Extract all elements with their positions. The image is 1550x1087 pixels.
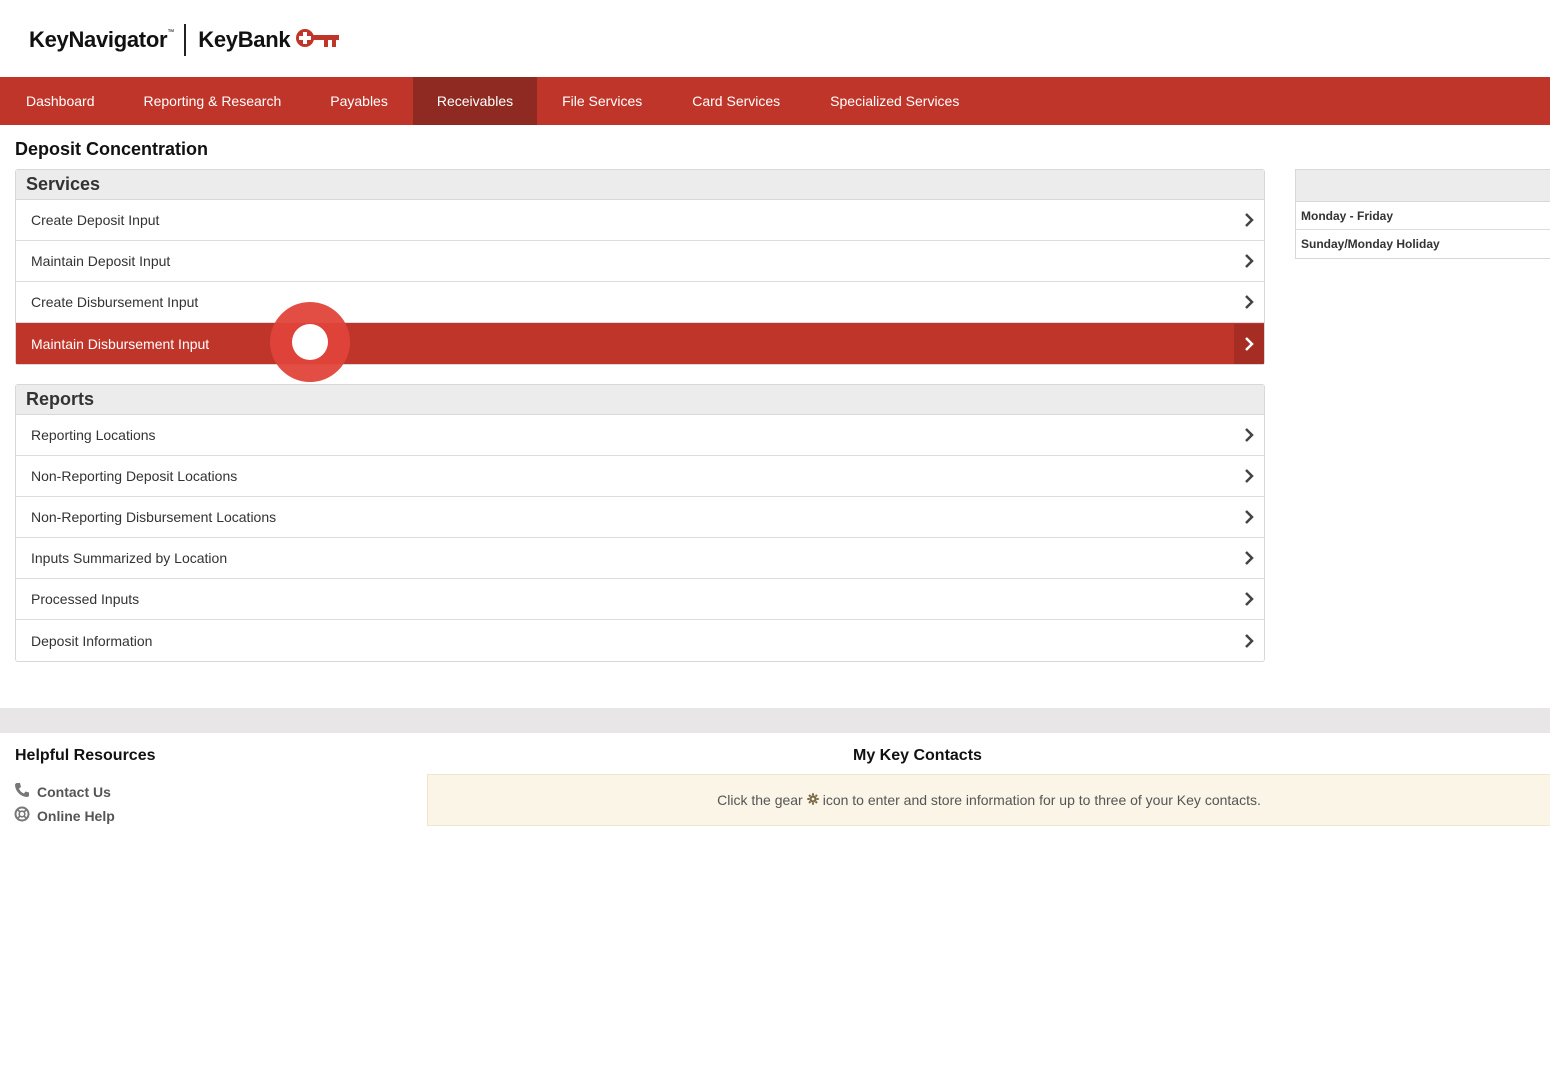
nav-card-services[interactable]: Card Services	[667, 77, 805, 125]
schedule-row: Monday - Friday	[1296, 202, 1550, 230]
nav-dashboard[interactable]: Dashboard	[0, 77, 119, 125]
page-title: Deposit Concentration	[15, 139, 209, 159]
schedule-table: Monday - Friday Sunday/Monday Holiday	[1295, 169, 1550, 259]
helpful-resources-title: Helpful Resources	[15, 747, 156, 764]
report-item-inputs-summarized-by-location[interactable]: Inputs Summarized by Location	[16, 538, 1264, 579]
contacts-message-start: Click the gear	[717, 792, 803, 808]
gear-icon[interactable]	[807, 792, 819, 808]
chevron-right-icon	[1234, 497, 1264, 537]
report-item-label: Non-Reporting Disbursement Locations	[31, 509, 277, 525]
chevron-right-icon	[1234, 200, 1264, 240]
schedule-row: Sunday/Monday Holiday	[1301, 237, 1440, 251]
contact-us-label: Contact Us	[37, 783, 111, 800]
chevron-right-icon	[1234, 579, 1264, 619]
product-name: KeyNavigator	[29, 27, 168, 52]
service-item-maintain-disbursement-input[interactable]: Maintain Disbursement Input	[16, 323, 1264, 364]
report-item-label: Reporting Locations	[31, 427, 156, 443]
report-item-label: Inputs Summarized by Location	[31, 550, 228, 566]
click-indicator-center	[292, 324, 328, 360]
main-nav: Dashboard Reporting & Research Payables …	[0, 77, 1550, 125]
reports-heading: Reports	[16, 385, 1264, 415]
chevron-right-icon	[1234, 456, 1264, 496]
chevron-right-icon	[1234, 415, 1264, 455]
nav-specialized-services[interactable]: Specialized Services	[805, 77, 984, 125]
report-item-non-reporting-disbursement-locations[interactable]: Non-Reporting Disbursement Locations	[16, 497, 1264, 538]
report-item-non-reporting-deposit-locations[interactable]: Non-Reporting Deposit Locations	[16, 456, 1264, 497]
service-item-label: Maintain Deposit Input	[31, 253, 171, 269]
contact-us-link[interactable]: Contact Us	[14, 782, 111, 801]
report-item-reporting-locations[interactable]: Reporting Locations	[16, 415, 1264, 456]
phone-icon	[14, 782, 37, 801]
nav-file-services[interactable]: File Services	[537, 77, 667, 125]
nav-receivables[interactable]: Receivables	[412, 77, 538, 125]
bank-name: KeyBank	[198, 27, 291, 52]
service-item-label: Create Deposit Input	[31, 212, 160, 228]
report-item-label: Non-Reporting Deposit Locations	[31, 468, 238, 484]
key-icon	[294, 26, 342, 55]
report-item-label: Processed Inputs	[31, 591, 140, 607]
service-item-create-deposit-input[interactable]: Create Deposit Input	[16, 200, 1264, 241]
trademark-mark: ™	[167, 28, 175, 36]
service-item-label: Maintain Disbursement Input	[31, 335, 210, 352]
report-item-deposit-information[interactable]: Deposit Information	[16, 620, 1264, 661]
chevron-right-icon	[1234, 282, 1264, 322]
nav-reporting-research[interactable]: Reporting & Research	[119, 77, 307, 125]
service-item-maintain-deposit-input[interactable]: Maintain Deposit Input	[16, 241, 1264, 282]
online-help-label: Online Help	[37, 807, 115, 824]
logo-divider	[184, 24, 187, 56]
brand-logo[interactable]: KeyNavigator ™ KeyBank	[29, 22, 342, 58]
chevron-right-icon	[1234, 241, 1264, 281]
chevron-right-icon	[1234, 538, 1264, 578]
online-help-link[interactable]: Online Help	[14, 806, 115, 825]
lifebuoy-icon	[14, 806, 37, 825]
report-item-label: Deposit Information	[31, 632, 153, 649]
service-item-label: Create Disbursement Input	[31, 294, 199, 310]
services-panel: Services Create Deposit Input Maintain D…	[15, 169, 1265, 365]
services-heading: Services	[16, 170, 1264, 200]
key-contacts-title: My Key Contacts	[853, 747, 982, 764]
report-item-processed-inputs[interactable]: Processed Inputs	[16, 579, 1264, 620]
chevron-right-icon	[1234, 323, 1264, 364]
footer-divider	[0, 708, 1550, 733]
schedule-header	[1296, 170, 1550, 202]
key-contacts-message: Click the gear icon to enter and store i…	[427, 774, 1550, 826]
service-item-create-disbursement-input[interactable]: Create Disbursement Input	[16, 282, 1264, 323]
reports-panel: Reports Reporting Locations Non-Reportin…	[15, 384, 1265, 662]
nav-payables[interactable]: Payables	[306, 77, 413, 125]
contacts-message-end: icon to enter and store information for …	[822, 792, 1261, 808]
chevron-right-icon	[1234, 621, 1264, 661]
